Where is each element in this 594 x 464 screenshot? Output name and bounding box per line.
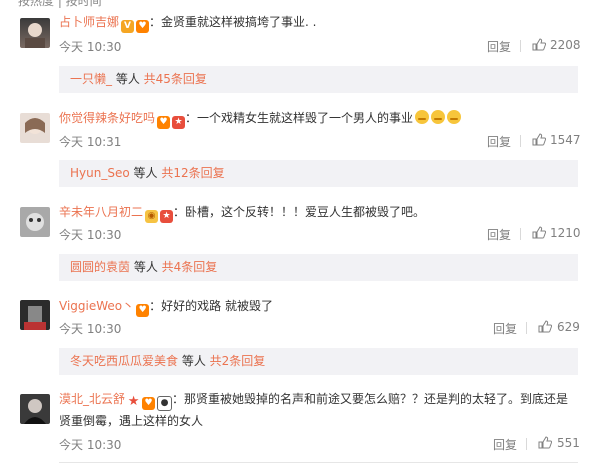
comment-text: ：好好的戏路 就被毁了: [149, 299, 273, 313]
reply-user[interactable]: 一只懒_: [70, 72, 112, 86]
like-icon[interactable]: [538, 320, 552, 333]
like-icon[interactable]: [532, 226, 546, 239]
panda-badge-icon: ●: [157, 396, 173, 411]
reply-count[interactable]: 共12条回复: [161, 166, 224, 180]
username[interactable]: 占卜师吉娜: [59, 15, 119, 29]
timestamp: 今天 10:31: [59, 135, 122, 149]
star-badge-icon: ★: [127, 394, 140, 409]
username[interactable]: 你觉得辣条好吃吗: [59, 111, 155, 125]
timestamp: 今天 10:30: [59, 438, 122, 452]
bottom-divider: [59, 462, 578, 463]
avatar[interactable]: [20, 300, 50, 330]
like-icon[interactable]: [532, 38, 546, 51]
divider: [520, 135, 521, 147]
vip-badge-icon: ♥: [136, 304, 150, 317]
emoji-sad-icon: [431, 110, 446, 124]
medal-badge-icon: ★: [160, 210, 174, 223]
vip-badge-icon: ♥: [136, 20, 150, 33]
reply-summary[interactable]: 一只懒_ 等人 共45条回复: [59, 66, 578, 93]
reply-button[interactable]: 回复: [487, 226, 511, 243]
reply-summary[interactable]: 圆圆的袁茵 等人 共4条回复: [59, 254, 578, 281]
timestamp: 今天 10:30: [59, 322, 122, 336]
avatar[interactable]: [20, 394, 50, 424]
vip-badge-icon: ♥: [157, 116, 171, 129]
comment-text: ：卧槽，这个反转！！！爱豆人生都被毁了吧。: [173, 205, 426, 219]
reply-button[interactable]: 回复: [487, 38, 511, 55]
medal-badge-icon: ★: [172, 116, 186, 129]
comment-text: ：金贤重就这样被搞垮了事业. .: [149, 15, 317, 29]
reply-suffix: 等人: [112, 72, 144, 86]
like-icon[interactable]: [538, 436, 552, 449]
reply-summary[interactable]: 冬天吃西瓜瓜爱美食 等人 共2条回复: [59, 348, 578, 375]
reply-button[interactable]: 回复: [487, 133, 511, 150]
reply-suffix: 等人: [130, 260, 162, 274]
reply-count[interactable]: 共2条回复: [210, 354, 266, 368]
divider: [520, 228, 521, 240]
username[interactable]: 漠北_北云舒: [59, 392, 125, 406]
avatar[interactable]: [20, 113, 50, 143]
comment-text: ：一个戏精女生就这样毁了一个男人的事业: [185, 111, 414, 125]
like-count: 1547: [550, 133, 581, 147]
comment-text: ：那贤重被她毁掉的名声和前途又要怎么赔？？还是判的太轻了。到底还是: [172, 392, 569, 406]
divider: [520, 40, 521, 52]
reply-button[interactable]: 回复: [493, 436, 517, 453]
reply-count[interactable]: 共45条回复: [144, 72, 207, 86]
reply-count[interactable]: 共4条回复: [162, 260, 218, 274]
owl-badge-icon: ◉: [145, 210, 159, 223]
emoji-sad-icon: [447, 110, 462, 124]
reply-user[interactable]: 圆圆的袁茵: [70, 260, 130, 274]
divider: [526, 438, 527, 450]
avatar[interactable]: [20, 18, 50, 48]
like-count: 551: [557, 436, 580, 450]
timestamp: 今天 10:30: [59, 228, 122, 242]
reply-summary[interactable]: Hyun_Seo 等人 共12条回复: [59, 160, 578, 187]
reply-user[interactable]: Hyun_Seo: [70, 166, 130, 180]
comment-text-continued: 贤重倒霉，遇上这样的女人: [59, 414, 204, 428]
timestamp: 今天 10:30: [59, 40, 122, 54]
vip-badge-icon: ♥: [142, 397, 156, 410]
sort-tabs-partial[interactable]: 按热度 | 按时间: [18, 0, 102, 9]
username[interactable]: 辛未年八月初二: [59, 205, 143, 219]
like-icon[interactable]: [532, 133, 546, 146]
like-count: 1210: [550, 226, 581, 240]
divider: [526, 322, 527, 334]
reply-user[interactable]: 冬天吃西瓜瓜爱美食: [70, 354, 178, 368]
like-count: 629: [557, 320, 580, 334]
verified-badge-icon: V: [121, 20, 135, 33]
avatar[interactable]: [20, 207, 50, 237]
username[interactable]: ViggieWeo丶: [59, 299, 134, 313]
like-count: 2208: [550, 38, 581, 52]
emoji-sad-icon: [415, 110, 430, 124]
reply-suffix: 等人: [129, 166, 162, 180]
reply-suffix: 等人: [178, 354, 210, 368]
reply-button[interactable]: 回复: [493, 320, 517, 337]
